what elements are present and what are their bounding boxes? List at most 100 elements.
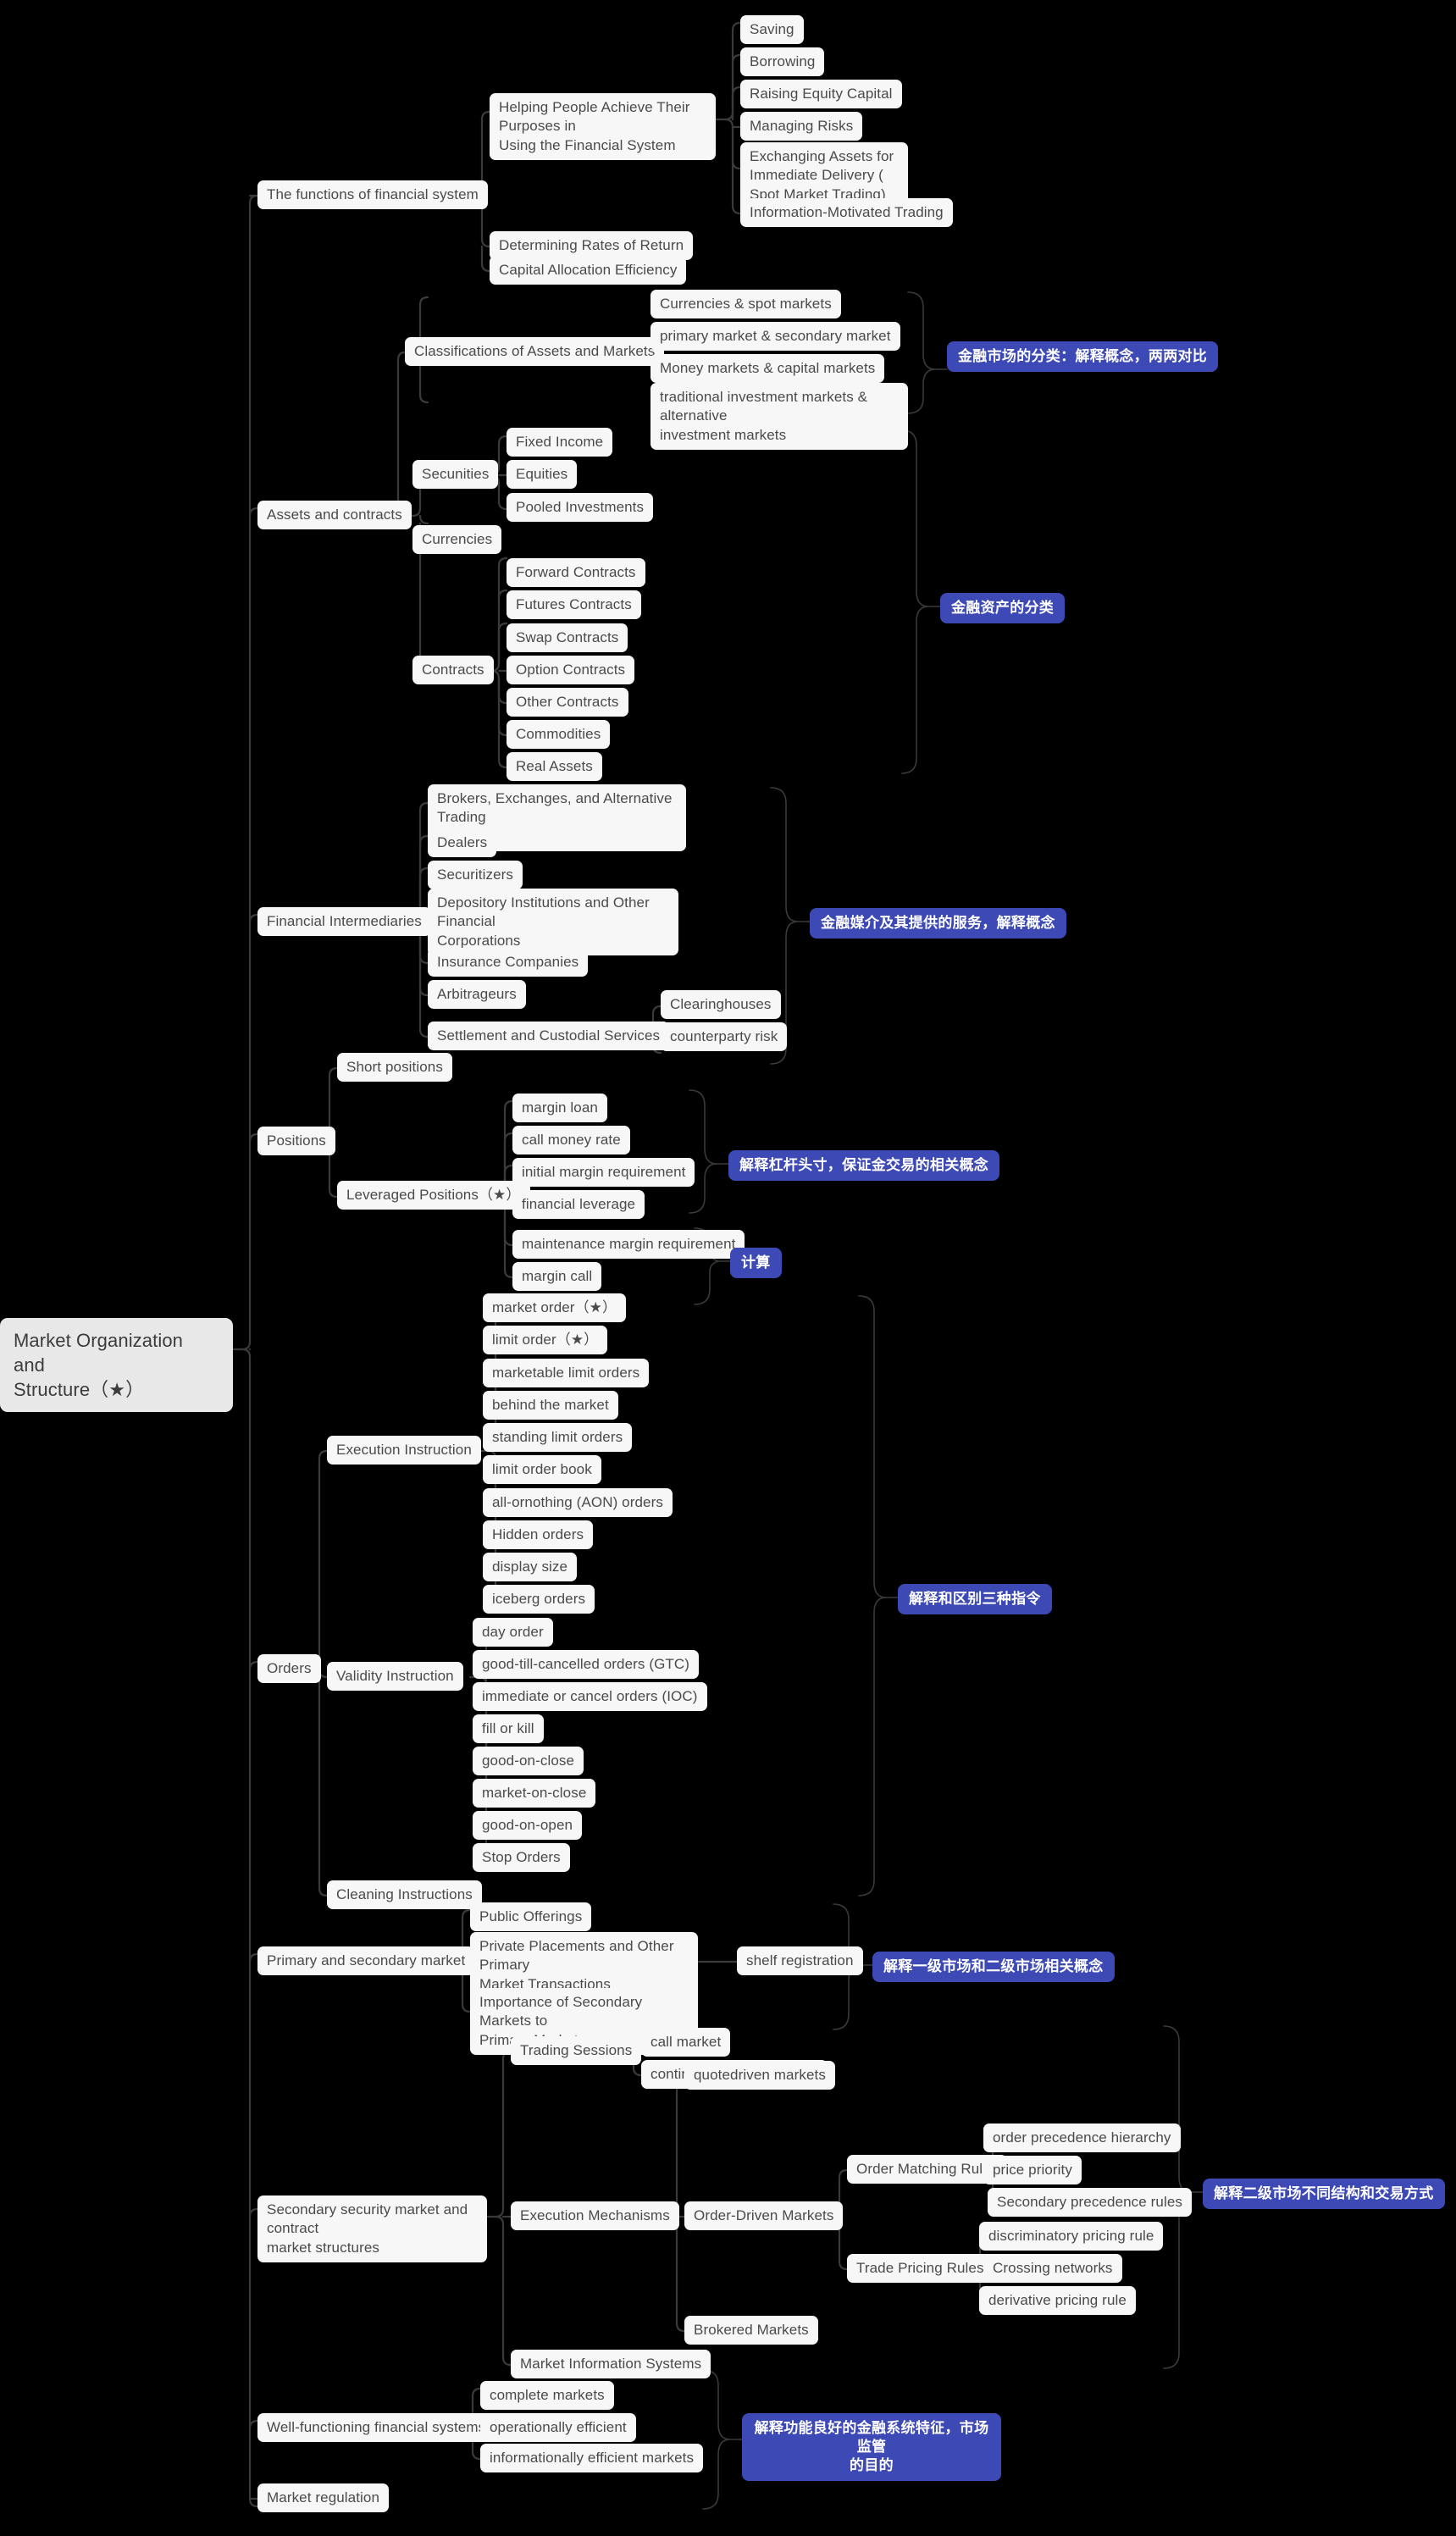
node-secondary-security-market-structures[interactable]: Secondary security market and contract m… (257, 2195, 487, 2263)
node-futures-contracts[interactable]: Futures Contracts (507, 590, 641, 620)
node-display-size[interactable]: display size (483, 1553, 578, 1582)
node-secunities[interactable]: Secunities (412, 460, 499, 490)
node-market-order[interactable]: market order（★） (483, 1293, 627, 1323)
node-currencies-and-spot-markets[interactable]: Currencies & spot markets (650, 290, 841, 319)
node-market-information-systems[interactable]: Market Information Systems (511, 2350, 711, 2379)
node-order-precedence-hierarchy[interactable]: order precedence hierarchy (983, 2123, 1181, 2153)
node-trade-pricing-rules[interactable]: Trade Pricing Rules (847, 2254, 994, 2284)
node-positions[interactable]: Positions (257, 1127, 335, 1156)
node-behind-the-market[interactable]: behind the market (483, 1391, 618, 1420)
node-financial-intermediaries[interactable]: Financial Intermediaries (257, 907, 431, 937)
node-helping-people-achieve-purposes[interactable]: Helping People Achieve Their Purposes in… (490, 93, 716, 161)
node-traditional-and-alternative-markets[interactable]: traditional investment markets & alterna… (650, 383, 908, 451)
node-hidden-orders[interactable]: Hidden orders (483, 1520, 594, 1550)
node-counterparty-risk[interactable]: counterparty risk (661, 1022, 788, 1052)
node-forward-contracts[interactable]: Forward Contracts (507, 558, 645, 588)
badge-asset-classification[interactable]: 金融资产的分类 (940, 593, 1066, 624)
node-execution-instruction[interactable]: Execution Instruction (327, 1436, 481, 1465)
badge-leverage-margin[interactable]: 解释杠杆头寸，保证金交易的相关概念 (728, 1150, 1000, 1182)
node-initial-margin-requirement[interactable]: initial margin requirement (512, 1158, 695, 1188)
node-stop-orders[interactable]: Stop Orders (473, 1843, 570, 1873)
badge-secondary-structures-trading[interactable]: 解释二级市场不同结构和交易方式 (1203, 2179, 1445, 2210)
node-immediate-or-cancel-orders[interactable]: immediate or cancel orders (IOC) (473, 1682, 707, 1712)
node-currencies[interactable]: Currencies (412, 525, 502, 555)
badge-market-classification[interactable]: 金融市场的分类：解释概念，两两对比 (947, 341, 1219, 373)
node-limit-order-book[interactable]: limit order book (483, 1455, 601, 1485)
node-dealers[interactable]: Dealers (428, 828, 497, 858)
node-all-or-nothing-orders[interactable]: all-ornothing (AON) orders (483, 1488, 673, 1518)
node-fill-or-kill[interactable]: fill or kill (473, 1714, 544, 1744)
badge-three-orders[interactable]: 解释和区别三种指令 (898, 1584, 1052, 1615)
node-marketable-limit-orders[interactable]: marketable limit orders (483, 1359, 650, 1388)
node-shelf-registration[interactable]: shelf registration (737, 1946, 863, 1976)
node-commodities[interactable]: Commodities (507, 720, 611, 750)
node-good-till-cancelled-orders[interactable]: good-till-cancelled orders (GTC) (473, 1650, 700, 1680)
node-equities[interactable]: Equities (507, 460, 578, 490)
node-discriminatory-pricing-rule[interactable]: discriminatory pricing rule (979, 2222, 1164, 2251)
node-raising-equity-capital[interactable]: Raising Equity Capital (740, 80, 902, 109)
node-swap-contracts[interactable]: Swap Contracts (507, 623, 628, 653)
node-public-offerings[interactable]: Public Offerings (470, 1902, 592, 1932)
node-brokered-markets[interactable]: Brokered Markets (684, 2316, 818, 2345)
node-call-money-rate[interactable]: call money rate (512, 1126, 630, 1155)
node-classifications-of-assets-and-markets[interactable]: Classifications of Assets and Markets (405, 337, 665, 367)
badge-intermediaries-services[interactable]: 金融媒介及其提供的服务，解释概念 (810, 908, 1066, 939)
node-real-assets[interactable]: Real Assets (507, 752, 602, 782)
node-saving[interactable]: Saving (740, 15, 804, 45)
node-margin-call[interactable]: margin call (512, 1262, 602, 1292)
node-managing-risks[interactable]: Managing Risks (740, 112, 863, 141)
node-well-functioning-financial-systems[interactable]: Well-functioning financial systems (257, 2413, 495, 2443)
node-clearinghouses[interactable]: Clearinghouses (661, 990, 781, 1020)
node-insurance-companies[interactable]: Insurance Companies (428, 948, 589, 977)
node-cleaning-instructions[interactable]: Cleaning Instructions (327, 1880, 482, 1910)
node-call-market[interactable]: call market (641, 2028, 731, 2057)
node-secondary-precedence-rules[interactable]: Secondary precedence rules (988, 2188, 1193, 2218)
node-maintenance-margin-requirement[interactable]: maintenance margin requirement (512, 1230, 745, 1260)
node-crossing-networks[interactable]: Crossing networks (983, 2254, 1122, 2284)
node-depository-institutions[interactable]: Depository Institutions and Other Financ… (428, 889, 678, 956)
badge-calculation[interactable]: 计算 (730, 1248, 782, 1279)
node-pooled-investments[interactable]: Pooled Investments (507, 493, 654, 523)
node-settlement-and-custodial-services[interactable]: Settlement and Custodial Services (428, 1022, 670, 1051)
node-good-on-open[interactable]: good-on-open (473, 1811, 583, 1841)
node-capital-allocation-efficiency[interactable]: Capital Allocation Efficiency (490, 256, 687, 285)
node-complete-markets[interactable]: complete markets (480, 2381, 614, 2411)
node-iceberg-orders[interactable]: iceberg orders (483, 1585, 595, 1614)
node-trading-sessions[interactable]: Trading Sessions (511, 2036, 642, 2066)
node-primary-market-and-secondary-market[interactable]: primary market & secondary market (650, 322, 900, 352)
root-node[interactable]: Market Organization and Structure（★） (0, 1318, 233, 1413)
node-information-motivated-trading[interactable]: Information-Motivated Trading (740, 198, 953, 228)
badge-well-functioning-regulation[interactable]: 解释功能良好的金融系统特征，市场监管 的目的 (742, 2413, 1001, 2482)
node-quotedriven-markets[interactable]: quotedriven markets (684, 2061, 835, 2090)
node-arbitrageurs[interactable]: Arbitrageurs (428, 980, 526, 1010)
node-primary-and-secondary-market[interactable]: Primary and secondary market (257, 1946, 475, 1976)
node-price-priority[interactable]: price priority (983, 2156, 1082, 2185)
node-orders[interactable]: Orders (257, 1654, 321, 1684)
node-fixed-income[interactable]: Fixed Income (507, 428, 613, 457)
node-securitizers[interactable]: Securitizers (428, 861, 523, 890)
node-execution-mechanisms[interactable]: Execution Mechanisms (511, 2201, 679, 2231)
node-leveraged-positions[interactable]: Leveraged Positions（★） (337, 1181, 530, 1210)
node-margin-loan[interactable]: margin loan (512, 1094, 607, 1123)
node-option-contracts[interactable]: Option Contracts (507, 656, 635, 685)
node-good-on-close[interactable]: good-on-close (473, 1747, 584, 1776)
node-validity-instruction[interactable]: Validity Instruction (327, 1662, 463, 1692)
badge-primary-secondary-concepts[interactable]: 解释一级市场和二级市场相关概念 (872, 1952, 1115, 1983)
node-informationally-efficient-markets[interactable]: informationally efficient markets (480, 2444, 704, 2473)
node-other-contracts[interactable]: Other Contracts (507, 688, 628, 717)
node-assets-and-contracts[interactable]: Assets and contracts (257, 501, 412, 530)
node-contracts[interactable]: Contracts (412, 656, 494, 685)
node-borrowing[interactable]: Borrowing (740, 47, 825, 77)
node-operationally-efficient[interactable]: operationally efficient (480, 2413, 636, 2443)
node-short-positions[interactable]: Short positions (337, 1053, 452, 1083)
node-market-on-close[interactable]: market-on-close (473, 1779, 596, 1808)
node-order-driven-markets[interactable]: Order-Driven Markets (684, 2201, 844, 2231)
node-day-order[interactable]: day order (473, 1618, 553, 1647)
node-financial-leverage[interactable]: financial leverage (512, 1190, 645, 1220)
node-derivative-pricing-rule[interactable]: derivative pricing rule (979, 2286, 1136, 2316)
node-standing-limit-orders[interactable]: standing limit orders (483, 1423, 633, 1453)
node-market-regulation[interactable]: Market regulation (257, 2483, 390, 2513)
node-limit-order[interactable]: limit order（★） (483, 1326, 608, 1355)
node-functions-of-financial-system[interactable]: The functions of financial system (257, 180, 488, 210)
node-money-markets-and-capital-markets[interactable]: Money markets & capital markets (650, 354, 885, 384)
